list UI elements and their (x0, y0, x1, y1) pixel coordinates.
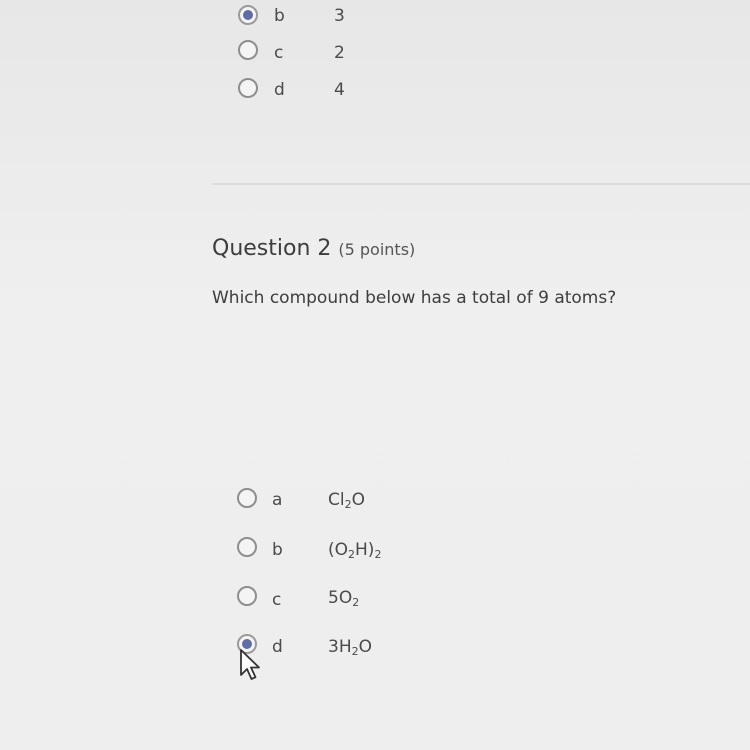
formula-part: Cl (328, 490, 345, 510)
formula-subscript: 2 (348, 548, 356, 561)
option-letter: b (274, 6, 285, 26)
option-value: 2 (334, 43, 345, 63)
option-formula: Cl2O (328, 490, 365, 511)
formula-part: 5O (328, 588, 353, 608)
radio-q2-a[interactable] (237, 488, 257, 508)
option-letter: c (274, 43, 284, 63)
formula-part: H) (355, 540, 375, 560)
radio-q1-b[interactable] (238, 5, 258, 25)
option-formula: 5O2 (328, 588, 359, 609)
formula-part: 3H (328, 637, 352, 657)
question-points: (5 points) (338, 240, 416, 259)
option-value: 4 (334, 80, 345, 100)
question-title: Question 2 (212, 236, 332, 261)
radio-q2-c[interactable] (237, 586, 257, 606)
quiz-page: b 3 c 2 d 4 Question 2 (5 points) Which … (0, 0, 750, 750)
question2-heading: Question 2 (5 points) (212, 236, 415, 261)
formula-part: O (358, 637, 372, 657)
formula-subscript: 2 (344, 498, 352, 511)
radio-q1-d[interactable] (238, 78, 258, 98)
formula-subscript: 2 (374, 548, 382, 561)
formula-part: O (351, 490, 365, 510)
option-letter: b (272, 540, 283, 560)
formula-subscript: 2 (351, 645, 359, 658)
formula-part: (O (328, 540, 349, 560)
radio-q2-b[interactable] (237, 537, 257, 557)
question-prompt: Which compound below has a total of 9 at… (212, 288, 617, 308)
question-divider (212, 183, 750, 185)
radio-q1-c[interactable] (238, 40, 258, 60)
option-letter: d (274, 80, 285, 100)
option-letter: a (272, 490, 283, 510)
option-letter: c (272, 590, 282, 610)
formula-subscript: 2 (352, 596, 360, 609)
option-letter: d (272, 637, 283, 657)
mouse-pointer-icon (240, 649, 260, 680)
option-formula: (O2H)2 (328, 540, 381, 561)
option-formula: 3H2O (328, 637, 372, 658)
option-value: 3 (334, 6, 345, 26)
